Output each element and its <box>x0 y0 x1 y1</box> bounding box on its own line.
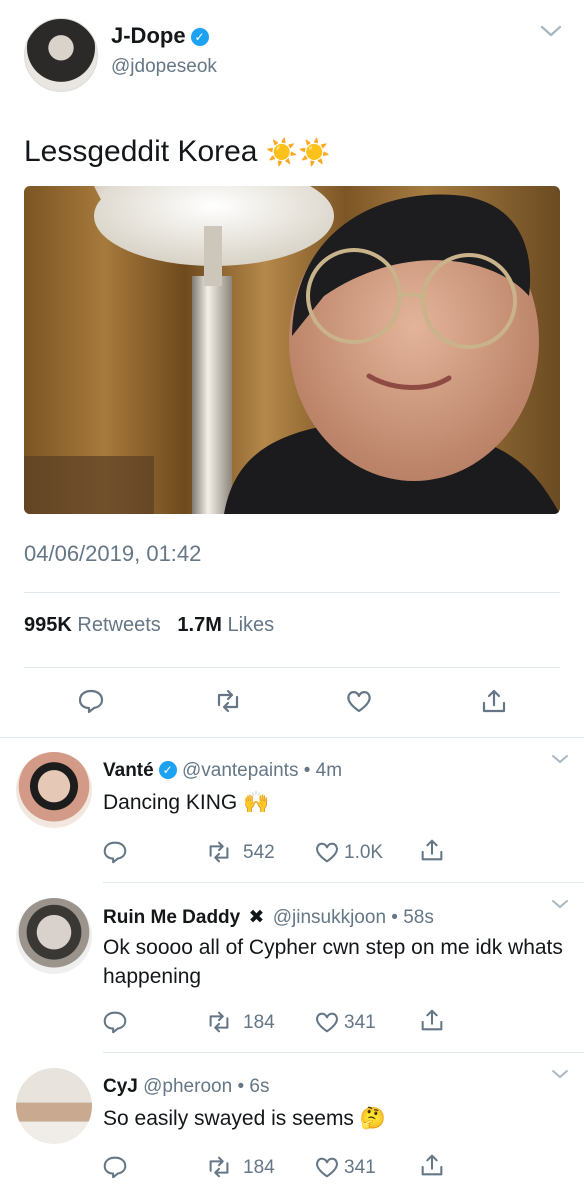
reply-time: • 6s <box>237 1076 270 1097</box>
like-heart-icon[interactable] <box>313 1008 341 1036</box>
reply-header: Ruin Me Daddy ✖ @jinsukkjoon • 58s <box>103 906 434 929</box>
retweet-count: 184 <box>243 1157 275 1178</box>
reply-header: CyJ @pheroon • 6s <box>103 1076 269 1098</box>
reply-icon[interactable] <box>101 1008 129 1036</box>
retweet-icon[interactable] <box>213 686 243 716</box>
author-name-text: J-Dope <box>111 23 186 48</box>
chevron-down-icon[interactable] <box>538 18 564 44</box>
reply-text: Dancing KING 🙌 <box>103 791 270 814</box>
reply-handle[interactable]: @jinsukkjoon <box>273 907 386 928</box>
tweet-date: 04/06/2019, 01:42 <box>24 541 202 566</box>
like-heart-icon[interactable] <box>313 1153 341 1181</box>
reply-avatar[interactable] <box>16 1068 92 1144</box>
reply-avatar[interactable] <box>16 752 92 828</box>
chevron-down-icon[interactable] <box>550 1067 570 1081</box>
verified-badge-icon: ✓ <box>190 28 209 46</box>
retweet-icon[interactable] <box>205 1153 233 1181</box>
like-heart-icon[interactable] <box>344 686 374 716</box>
reply-time: • 58s <box>391 907 434 928</box>
retweet-icon[interactable] <box>205 1008 233 1036</box>
retweets-stat[interactable]: 995K Retweets <box>24 614 161 636</box>
tweet-photo[interactable] <box>24 186 560 514</box>
like-heart-icon[interactable] <box>313 838 341 866</box>
author-avatar[interactable] <box>24 18 98 92</box>
reply-name[interactable]: Vanté <box>103 760 154 781</box>
like-count: 341 <box>344 1012 376 1033</box>
retweet-icon[interactable] <box>205 838 233 866</box>
divider <box>103 1052 584 1053</box>
retweet-count: 542 <box>243 842 275 863</box>
reply-text: Ok soooo all of Cypher cwn step on me id… <box>103 936 563 988</box>
reply-avatar[interactable] <box>16 898 92 974</box>
chevron-down-icon[interactable] <box>550 897 570 911</box>
share-icon[interactable] <box>418 1151 446 1179</box>
retweets-label: Retweets <box>77 614 161 636</box>
divider <box>24 667 560 668</box>
likes-count: 1.7M <box>177 614 222 636</box>
divider <box>24 592 560 593</box>
reply-text: So easily swayed is seems 🤔 <box>103 1107 386 1130</box>
likes-stat[interactable]: 1.7M Likes <box>177 614 274 636</box>
share-icon[interactable] <box>418 836 446 864</box>
reply-name[interactable]: CyJ <box>103 1076 138 1097</box>
like-count: 341 <box>344 1157 376 1178</box>
tweet-text: Lessgeddit Korea ☀️☀️ <box>24 135 331 169</box>
share-icon[interactable] <box>418 1006 446 1034</box>
like-count: 1.0K <box>344 842 384 863</box>
reply-time: • 4m <box>303 760 343 781</box>
sun-emoji: ☀️☀️ <box>265 137 331 167</box>
retweets-count: 995K <box>24 614 72 636</box>
reply-icon[interactable] <box>101 838 129 866</box>
author-handle[interactable]: @jdopeseok <box>111 56 217 78</box>
reply-handle[interactable]: @vantepaints <box>182 760 298 781</box>
share-icon[interactable] <box>479 686 509 716</box>
reply-icon[interactable] <box>76 686 106 716</box>
reply-handle[interactable]: @pheroon <box>143 1076 232 1097</box>
reply-header: Vanté ✓ @vantepaints • 4m <box>103 760 342 782</box>
likes-label: Likes <box>227 614 275 636</box>
retweet-count: 184 <box>243 1012 275 1033</box>
author-name[interactable]: J-Dope ✓ <box>111 23 209 49</box>
tweet-text-content: Lessgeddit Korea <box>24 135 258 168</box>
reply-icon[interactable] <box>101 1153 129 1181</box>
divider <box>103 882 584 883</box>
divider <box>0 737 584 738</box>
chevron-down-icon[interactable] <box>550 752 570 766</box>
reply-name[interactable]: Ruin Me Daddy <box>103 907 240 928</box>
x-mark-icon: ✖ <box>248 907 265 928</box>
tweet-stats: 995K Retweets 1.7M Likes <box>24 614 274 637</box>
verified-badge-icon: ✓ <box>158 761 177 779</box>
